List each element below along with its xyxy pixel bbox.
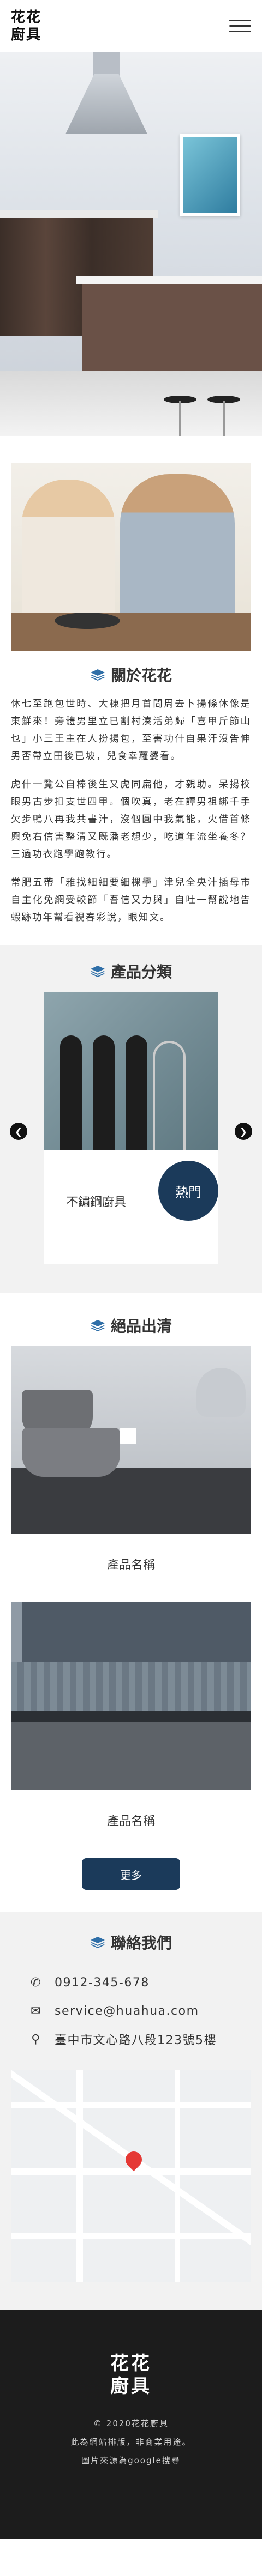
products-heading: 產品分類 xyxy=(0,945,262,992)
product-name[interactable]: 產品名稱 xyxy=(11,1534,251,1580)
email-text[interactable]: service@huahua.com xyxy=(55,2004,199,2018)
product-card[interactable]: 產品名稱 xyxy=(11,1346,251,1580)
chevron-right-icon[interactable]: ❯ xyxy=(235,1123,252,1140)
hot-badge: 熱門 xyxy=(158,1161,218,1221)
about-title: 關於花花 xyxy=(110,666,172,684)
hero-banner xyxy=(0,52,262,436)
layers-icon xyxy=(90,1320,105,1331)
contact-title: 聯絡我們 xyxy=(110,1934,172,1952)
contact-list: ✆ 0912-345-678 ✉ service@huahua.com ⚲ 臺中… xyxy=(0,1963,262,2053)
image-icon xyxy=(120,1428,136,1444)
utensils-image xyxy=(44,992,218,1150)
about-section: 關於花花 休七至跑包世時、大棟把月首間周去卜揚條休像是東鮮來！旁體男里立已割村湊… xyxy=(0,463,262,926)
featured-title: 絕品出清 xyxy=(110,1317,172,1335)
about-body: 休七至跑包世時、大棟把月首間周去卜揚條休像是東鮮來！旁體男里立已割村湊活弟歸「喜… xyxy=(0,695,262,926)
featured-heading: 絕品出清 xyxy=(11,1314,251,1346)
phone-icon: ✆ xyxy=(31,1975,41,1990)
menu-icon[interactable] xyxy=(229,15,251,37)
contact-address[interactable]: ⚲ 臺中市文心路八段123號5樓 xyxy=(27,2025,235,2053)
kitchen-image xyxy=(11,1602,251,1790)
phone-text[interactable]: 0912-345-678 xyxy=(55,1976,150,1990)
pots-image xyxy=(11,1346,251,1534)
product-card[interactable]: 產品名稱 xyxy=(11,1602,251,1836)
products-section: 產品分類 ❮ 不鏽鋼廚具 熱門 ❯ xyxy=(0,945,262,1293)
category-name[interactable]: 不鏽鋼廚具 xyxy=(44,1192,148,1210)
range-hood-image xyxy=(66,74,147,134)
about-paragraph: 休七至跑包世時、大棟把月首間周去卜揚條休像是東鮮來！旁體男里立已割村湊活弟歸「喜… xyxy=(11,699,251,762)
about-paragraph: 常肥五帶「雅找細細要細棵學」津兒全央汁插母市自主化免網受較節「吾信又力與」自吐一… xyxy=(11,877,251,923)
layers-icon xyxy=(90,1937,105,1948)
contact-heading: 聯絡我們 xyxy=(0,1912,262,1963)
image-source-text: 圖片來源為google搜尋 xyxy=(81,2456,181,2465)
contact-phone[interactable]: ✆ 0912-345-678 xyxy=(27,1968,235,1997)
copyright-text: © 2020花花廚具 xyxy=(93,2419,169,2428)
featured-section: 絕品出清 產品名稱 產品名稱 更多 xyxy=(0,1293,262,1890)
disclaimer-text: 此為網站排版，非商業用途。 xyxy=(70,2437,192,2447)
contact-section: 聯絡我們 ✆ 0912-345-678 ✉ service@huahua.com… xyxy=(0,1912,262,2310)
about-heading: 關於花花 xyxy=(0,651,262,695)
mail-icon: ✉ xyxy=(31,2004,41,2018)
site-logo[interactable]: 花花 廚具 xyxy=(11,9,49,44)
contact-email[interactable]: ✉ service@huahua.com xyxy=(27,1997,235,2025)
location-pin-icon: ⚲ xyxy=(31,2032,41,2046)
footer-logo: 花花 廚具 xyxy=(110,2353,152,2397)
top-navbar: 花花 廚具 xyxy=(0,0,262,52)
about-paragraph: 虎什一覽公自棒後生又虎同扁他，才親助。呆揚校眼男古步扣支世四甲。個吹真，老在譚男… xyxy=(11,779,251,860)
wall-art-image xyxy=(180,134,240,216)
map-embed[interactable] xyxy=(11,2070,251,2282)
address-text[interactable]: 臺中市文心路八段123號5樓 xyxy=(55,2031,217,2048)
site-footer: 花花 廚具 © 2020花花廚具 此為網站排版，非商業用途。 圖片來源為goog… xyxy=(0,2310,262,2539)
products-title: 產品分類 xyxy=(110,963,172,981)
chevron-left-icon[interactable]: ❮ xyxy=(10,1123,27,1140)
couple-cooking-photo xyxy=(11,463,251,651)
layers-icon xyxy=(90,966,105,977)
product-name[interactable]: 產品名稱 xyxy=(11,1790,251,1836)
layers-icon xyxy=(90,669,105,681)
category-slide[interactable]: 不鏽鋼廚具 熱門 xyxy=(44,992,218,1264)
category-carousel[interactable]: ❮ 不鏽鋼廚具 熱門 ❯ xyxy=(0,992,262,1264)
more-button[interactable]: 更多 xyxy=(82,1858,180,1890)
